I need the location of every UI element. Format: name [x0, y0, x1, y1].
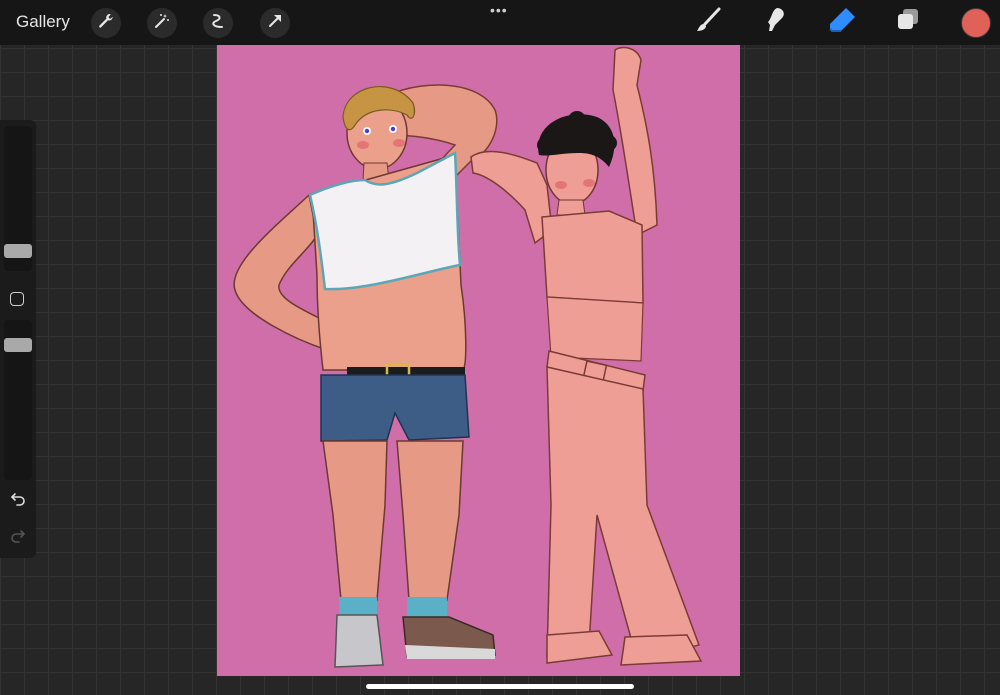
artwork: [233, 46, 703, 668]
top-toolbar: Gallery •••: [0, 0, 1000, 45]
figure-man-white-crop-top: [233, 84, 498, 668]
more-options-button[interactable]: •••: [490, 2, 508, 18]
color-picker-button[interactable]: [961, 8, 991, 38]
layers-button[interactable]: [893, 7, 923, 37]
brush-size-handle[interactable]: [4, 244, 32, 258]
adjustments-button[interactable]: [147, 8, 177, 38]
redo-button[interactable]: [8, 527, 28, 547]
actions-button[interactable]: [91, 8, 121, 38]
home-indicator[interactable]: [366, 684, 634, 689]
brush-size-slider[interactable]: [4, 126, 32, 271]
drawing-canvas[interactable]: [217, 45, 740, 676]
smudge-tool-button[interactable]: [760, 7, 790, 37]
eraser-icon: [827, 5, 857, 40]
eraser-tool-button[interactable]: [827, 7, 857, 37]
left-sidebar: [0, 120, 36, 558]
magic-wand-icon: [153, 12, 171, 35]
undo-icon: [10, 490, 26, 511]
selection-icon: [209, 12, 227, 35]
brush-opacity-handle[interactable]: [4, 338, 32, 352]
transform-button[interactable]: [260, 8, 290, 38]
transform-arrow-icon: [266, 12, 284, 35]
brush-opacity-slider[interactable]: [4, 320, 32, 480]
smudge-icon: [760, 5, 790, 40]
brush-icon: [694, 5, 724, 40]
redo-icon: [10, 527, 26, 548]
wrench-icon: [97, 12, 115, 35]
brush-tool-button[interactable]: [694, 7, 724, 37]
gallery-button[interactable]: Gallery: [16, 12, 70, 32]
layers-icon: [893, 5, 923, 40]
selection-button[interactable]: [203, 8, 233, 38]
modify-button[interactable]: [10, 292, 24, 306]
undo-button[interactable]: [8, 490, 28, 510]
figure-person-pink-outfit: [470, 46, 703, 666]
